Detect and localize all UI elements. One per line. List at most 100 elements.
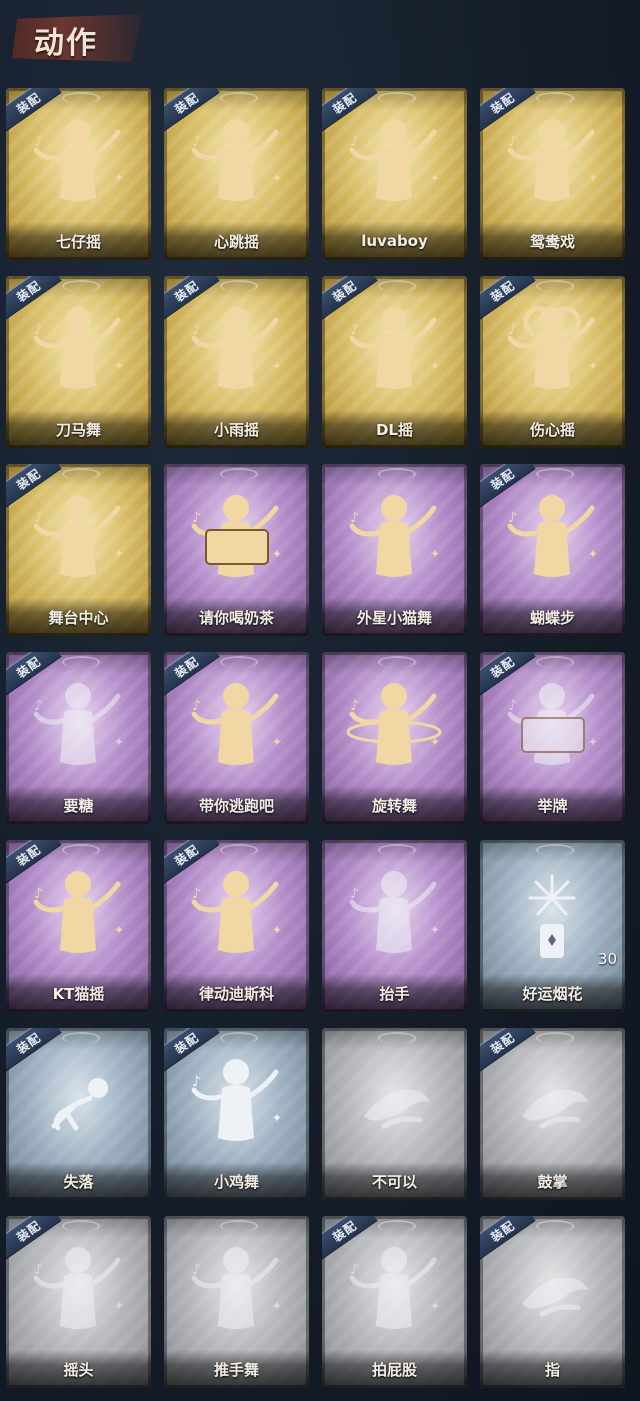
card-label-bar: 要糖 [6,786,151,824]
svg-text:♪: ♪ [192,1074,201,1090]
chicken-dance-figure-icon: ♪ ✦ [164,1046,309,1156]
svg-text:♪: ♪ [34,134,43,150]
svg-text:✦: ✦ [430,359,440,373]
emote-name: 小雨摇 [213,420,259,439]
emote-card[interactable]: 装配 ♪ ✦ 拍屁股 [322,1216,467,1388]
svg-text:♪: ♪ [34,322,43,338]
emote-name: 不可以 [371,1172,417,1191]
emote-card[interactable]: 装配 ♪ ✦ 举牌 [480,652,625,824]
emote-card[interactable]: 装配 ♪ ✦ 蝴蝶步 [480,464,625,636]
emote-card[interactable]: 装配 ♪ ✦ 律动迪斯科 [164,840,309,1012]
svg-text:♪: ♪ [350,886,359,902]
card-label-bar: 小鸡舞 [164,1162,309,1200]
emote-card[interactable]: 装配 ♪ ✦ 七仔摇 [6,88,151,260]
emote-name: 鼓掌 [537,1172,568,1191]
emote-card[interactable]: ♪ ✦ 请你喝奶茶 [164,464,309,636]
emote-card[interactable]: 装配 ♪ ✦ DL摇 [322,276,467,448]
svg-text:♪: ♪ [192,510,201,526]
dance-figure-icon: ♪ ✦ [480,106,625,216]
card-label-bar: 鸳鸯戏 [480,222,625,260]
dance-figure-icon: ♪ ✦ [322,482,467,592]
emote-card[interactable]: 装配 ♪ ✦ 舞台中心 [6,464,151,636]
emote-card[interactable]: 装配 ♪ ✦ 小雨摇 [164,276,309,448]
emote-name: 指 [544,1360,560,1379]
emote-card[interactable]: ♪ ✦ 外星小猫舞 [322,464,467,636]
svg-text:♪: ♪ [350,322,359,338]
emote-card[interactable]: 装配 ♪ ✦ 心跳摇 [164,88,309,260]
card-label-bar: 举牌 [480,786,625,824]
card-label-bar: 蝴蝶步 [480,598,625,636]
card-label-bar: DL摇 [322,410,467,448]
emote-card[interactable]: 装配 ♪ ✦ 伤心摇 [480,276,625,448]
svg-text:✦: ✦ [430,1299,440,1313]
emote-name: 失落 [63,1172,94,1191]
card-label-bar: 请你喝奶茶 [164,598,309,636]
card-label-bar: 小雨摇 [164,410,309,448]
emote-card[interactable]: 装配 ♪ ✦ 鸳鸯戏 [480,88,625,260]
svg-text:✦: ✦ [588,735,598,749]
card-label-bar: 鼓掌 [480,1162,625,1200]
card-label-bar: 摇头 [6,1350,151,1388]
dance-figure-icon: ♪ ✦ [322,106,467,216]
card-label-bar: 不可以 [322,1162,467,1200]
emote-name: 律动迪斯科 [198,984,274,1003]
card-label-bar: KT猫摇 [6,974,151,1012]
svg-text:✦: ✦ [430,171,440,185]
emote-name: 抬手 [379,984,410,1003]
emote-card[interactable]: 装配 ♪ ✦ 小鸡舞 [164,1028,309,1200]
svg-text:✦: ✦ [430,547,440,561]
emote-card[interactable]: 30 好运烟花 [480,840,625,1012]
dance-figure-icon: ♪ ✦ [164,670,309,780]
emote-name: 小鸡舞 [213,1172,259,1191]
svg-text:♪: ♪ [192,322,201,338]
emote-name: 摇头 [63,1360,94,1379]
dance-figure-icon: ♪ ✦ [164,106,309,216]
emote-card[interactable]: 装配指 [480,1216,625,1388]
svg-text:♪: ♪ [192,134,201,150]
svg-text:✦: ✦ [272,923,282,937]
emote-card[interactable]: ♪ ✦ 推手舞 [164,1216,309,1388]
card-label-bar: 刀马舞 [6,410,151,448]
svg-text:♪: ♪ [192,698,201,714]
svg-text:♪: ♪ [350,510,359,526]
emote-card[interactable]: 不可以 [322,1028,467,1200]
heart-hands-figure-icon: ♪ ✦ [480,294,625,404]
svg-text:✦: ✦ [272,359,282,373]
finger-wag-icon [322,1046,467,1156]
emote-card[interactable]: 装配 ♪ ✦ KT猫摇 [6,840,151,1012]
emote-name: 外星小猫舞 [356,608,432,627]
card-label-bar: 旋转舞 [322,786,467,824]
card-label-bar: 外星小猫舞 [322,598,467,636]
emote-name: 旋转舞 [371,796,417,815]
svg-text:♪: ♪ [192,1262,201,1278]
card-label-bar: 抬手 [322,974,467,1012]
dance-figure-icon: ♪ ✦ [322,294,467,404]
push-hand-figure-icon: ♪ ✦ [164,1234,309,1344]
emote-card[interactable]: ♪ ✦ 抬手 [322,840,467,1012]
emote-card[interactable]: 装配 ♪ ✦ luvaboy [322,88,467,260]
emote-card[interactable]: 装配 鼓掌 [480,1028,625,1200]
header: 动作 [0,0,640,72]
svg-text:♪: ♪ [34,886,43,902]
emote-name: 七仔摇 [55,232,101,251]
reach-figure-icon: ♪ ✦ [6,670,151,780]
card-label-bar: 律动迪斯科 [164,974,309,1012]
emote-card[interactable]: 装配 ♪ ✦ 刀马舞 [6,276,151,448]
card-label-bar: 推手舞 [164,1350,309,1388]
emote-name: DL摇 [375,420,413,439]
emote-card[interactable]: 装配 ♪ ✦ 摇头 [6,1216,151,1388]
dance-figure-icon: ♪ ✦ [6,858,151,968]
svg-text:♪: ♪ [508,510,517,526]
emote-card[interactable]: 装配 ♪ ✦ 要糖 [6,652,151,824]
clap-hands-icon [480,1046,625,1156]
emote-name: 刀马舞 [55,420,101,439]
svg-text:♪: ♪ [34,1262,43,1278]
emote-card[interactable]: 装配 ♪ ✦ 带你逃跑吧 [164,652,309,824]
svg-text:✦: ✦ [114,923,124,937]
card-label-bar: luvaboy [322,222,467,260]
emote-card[interactable]: ♪ ✦ 旋转舞 [322,652,467,824]
card-label-bar: 拍屁股 [322,1350,467,1388]
dance-figure-icon: ♪ ✦ [164,294,309,404]
emote-card[interactable]: 装配 失落 [6,1028,151,1200]
card-label-bar: 好运烟花 [480,974,625,1012]
